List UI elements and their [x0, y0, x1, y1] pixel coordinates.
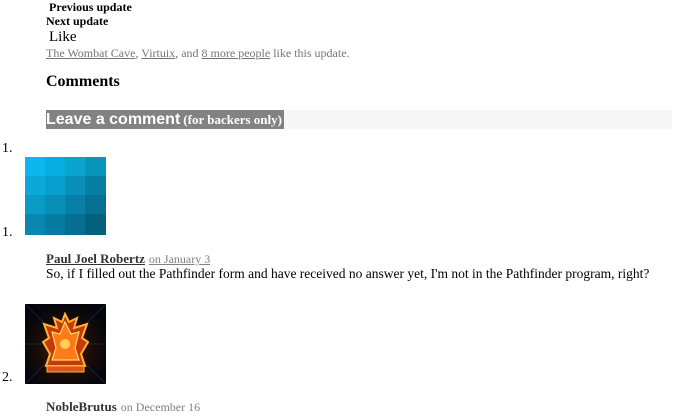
- likers-line: The Wombat Cave, Virtuix, and 8 more peo…: [46, 46, 350, 61]
- leave-comment-label: Leave a comment: [46, 110, 181, 128]
- like-button[interactable]: Like: [49, 29, 77, 46]
- liker-link-wombat-cave[interactable]: The Wombat Cave: [46, 46, 135, 60]
- comment-meta: NobleBrutus on December 16: [46, 398, 200, 416]
- comments-heading: Comments: [46, 73, 120, 90]
- comment-date-link[interactable]: on January 3: [149, 252, 210, 266]
- comment-list-number: 1.: [2, 141, 13, 156]
- likers-separator: , and: [175, 46, 202, 60]
- default-avatar-image[interactable]: [25, 157, 106, 235]
- comment-body: So, if I filled out the Pathfinder form …: [46, 266, 650, 281]
- next-update-link[interactable]: Next update: [46, 14, 108, 29]
- crown-avatar-image[interactable]: [25, 304, 106, 384]
- leave-comment-bar: Leave a comment (for backers only): [46, 110, 672, 129]
- leave-comment-button[interactable]: Leave a comment (for backers only): [46, 110, 284, 129]
- backers-only-note: (for backers only): [183, 111, 282, 127]
- more-likers-link[interactable]: 8 more people: [202, 46, 271, 60]
- likers-suffix: like this update.: [270, 46, 350, 60]
- comment-number: 2.: [2, 370, 13, 385]
- previous-update-link[interactable]: Previous update: [49, 0, 132, 15]
- liker-link-virtuix[interactable]: Virtuix: [141, 46, 175, 60]
- comment-number: 1.: [2, 225, 13, 240]
- comment-author-link[interactable]: Paul Joel Robertz: [46, 251, 145, 266]
